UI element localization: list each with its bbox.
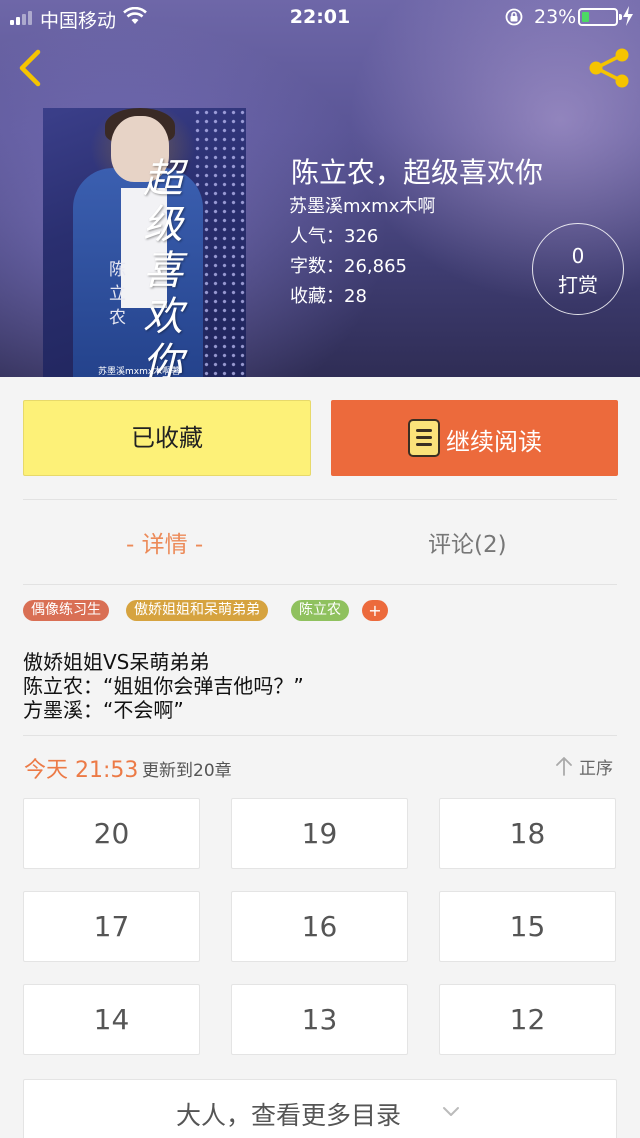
- cover-footer-art: 苏墨溪mxmx木啊著: [98, 367, 181, 377]
- stat-value: 326: [344, 226, 379, 247]
- sort-order-button[interactable]: 正序: [555, 754, 621, 779]
- continue-reading-button[interactable]: 继续阅读: [331, 400, 618, 476]
- rotation-lock-icon: [505, 8, 523, 26]
- book-title: 陈立农，超级喜欢你: [291, 156, 544, 189]
- chapter-button[interactable]: 17: [23, 891, 200, 962]
- tab-detail[interactable]: - 详情 -: [126, 525, 203, 559]
- description-line: 方墨溪：“不会啊”: [23, 698, 184, 722]
- tag-item[interactable]: 傲娇姐姐和呆萌弟弟: [126, 600, 268, 621]
- add-tag-button[interactable]: +: [362, 600, 388, 621]
- battery-percent: 23%: [534, 6, 577, 28]
- tag-item[interactable]: 陈立农: [291, 600, 349, 621]
- collected-button[interactable]: 已收藏: [23, 400, 311, 476]
- stat-value: 26,865: [344, 256, 407, 277]
- more-chapters-button[interactable]: 大人，查看更多目录: [23, 1079, 617, 1138]
- reward-button[interactable]: 0 打赏: [532, 223, 624, 315]
- stat-favorites: 收藏：28: [290, 282, 367, 308]
- chapter-button[interactable]: 16: [231, 891, 408, 962]
- tag-item[interactable]: 偶像练习生: [23, 600, 109, 621]
- divider: [23, 499, 617, 500]
- book-cover[interactable]: 超级喜欢你 陈立农 苏墨溪mxmx木啊著: [43, 108, 246, 377]
- status-bar: 中国移动 22:01 23%: [0, 0, 640, 34]
- stat-word-count: 字数：26,865: [290, 252, 407, 278]
- chevron-down-icon: [443, 1107, 459, 1116]
- divider: [23, 584, 617, 585]
- book-header: 中国移动 22:01 23% 超级喜欢你 陈立农 苏墨溪mxmx木啊著 陈立农，…: [0, 0, 640, 377]
- book-author[interactable]: 苏墨溪mxmx木啊: [289, 192, 435, 218]
- share-button[interactable]: [586, 46, 632, 90]
- chapter-button[interactable]: 18: [439, 798, 616, 869]
- chapter-button[interactable]: 15: [439, 891, 616, 962]
- chapter-button[interactable]: 12: [439, 984, 616, 1055]
- reward-label: 打赏: [558, 273, 598, 297]
- chapter-button[interactable]: 20: [23, 798, 200, 869]
- charging-bolt-icon: [623, 6, 633, 26]
- stat-popularity: 人气：326: [290, 222, 378, 248]
- continue-reading-label: 继续阅读: [446, 428, 542, 456]
- chapter-button[interactable]: 14: [23, 984, 200, 1055]
- chapter-button[interactable]: 19: [231, 798, 408, 869]
- stat-label: 人气：: [290, 226, 344, 247]
- back-button[interactable]: [10, 46, 50, 90]
- tab-comments[interactable]: 评论(2): [428, 525, 507, 559]
- book-icon: [408, 419, 440, 457]
- update-status: 更新到20章: [142, 761, 232, 781]
- more-chapters-label: 大人，查看更多目录: [176, 1101, 402, 1130]
- cover-side-art: 陈立农: [109, 260, 126, 328]
- arrow-up-icon: [556, 757, 572, 776]
- reward-count: 0: [571, 244, 585, 268]
- battery-icon: [578, 8, 622, 26]
- sort-order-label: 正序: [579, 759, 613, 779]
- stat-label: 收藏：: [290, 286, 344, 307]
- stat-value: 28: [344, 286, 367, 307]
- update-time: 今天 21:53: [24, 758, 139, 783]
- stat-label: 字数：: [290, 256, 344, 277]
- divider: [23, 735, 617, 736]
- chapter-button[interactable]: 13: [231, 984, 408, 1055]
- cover-title-art: 超级喜欢你: [143, 156, 183, 377]
